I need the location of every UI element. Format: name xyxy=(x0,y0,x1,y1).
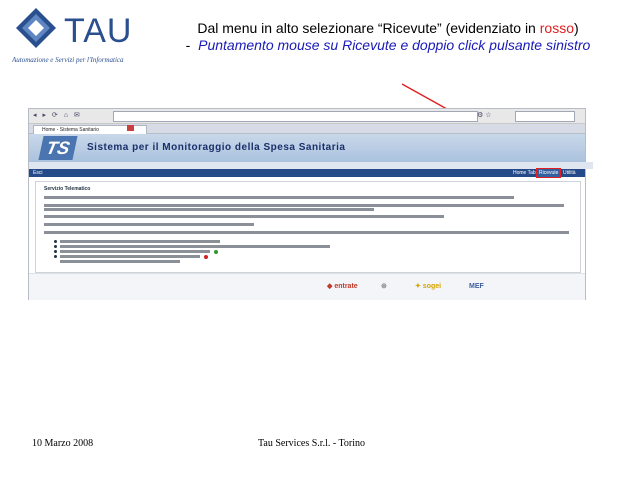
sogei-logo: ✦ sogei xyxy=(415,283,442,290)
browser-tool-icons: ⚙ ☆ xyxy=(477,112,492,119)
logo-name: TAU xyxy=(64,12,133,50)
list-bullet xyxy=(54,240,57,243)
list-bullet xyxy=(54,255,57,258)
address-bar[interactable] xyxy=(113,111,478,122)
text-line xyxy=(60,245,330,248)
text-line xyxy=(60,260,180,263)
footer-date: 10 Marzo 2008 xyxy=(32,438,94,449)
mef-logo: MEF xyxy=(469,283,484,290)
status-green-icon xyxy=(214,249,218,254)
highlight-word: rosso xyxy=(539,20,574,36)
tau-logo: TAU Automazione e Servizi per l'Informat… xyxy=(12,8,152,68)
ts-logo: TS xyxy=(38,136,78,160)
content-panel: Servizio Telematico xyxy=(35,181,581,273)
agenzia-entrate-logo: ◆ entrate xyxy=(327,283,358,290)
menu-ricevute[interactable]: Ricevute xyxy=(535,168,562,178)
footer-company: Tau Services S.r.l. - Torino xyxy=(258,438,366,449)
instruction-text: Dal menu in alto selezionare “Ricevute” … xyxy=(158,20,618,54)
text-line xyxy=(44,223,254,226)
partner-logos: ◆ entrate ⊛ ✦ sogei MEF xyxy=(29,273,585,300)
browser-toolbar: ◂ ▸ ⟳ ⌂ ✉ ⚙ ☆ xyxy=(29,109,585,124)
browser-search-box[interactable] xyxy=(515,111,575,122)
text-line xyxy=(60,250,210,253)
partner-seal-icon: ⊛ xyxy=(381,283,387,290)
instruction-line-1: Dal menu in alto selezionare “Ricevute” … xyxy=(197,20,579,36)
list-bullet xyxy=(54,245,57,248)
tab-close-icon[interactable] xyxy=(127,125,134,131)
text-line xyxy=(44,215,444,218)
status-red-icon xyxy=(204,254,208,259)
text-line xyxy=(60,255,200,258)
browser-tabs: Home - Sistema Sanitario xyxy=(29,124,585,134)
site-title: Sistema per il Monitoraggio della Spesa … xyxy=(87,142,346,153)
menu-utilita[interactable]: Utilità xyxy=(563,169,576,177)
site-banner: TS Sistema per il Monitoraggio della Spe… xyxy=(29,134,585,162)
tau-diamond-icon xyxy=(16,8,56,48)
text-line xyxy=(44,204,564,207)
text-line xyxy=(44,208,374,211)
text-line xyxy=(60,240,220,243)
text-line xyxy=(44,196,514,199)
breadcrumb xyxy=(29,162,593,169)
list-bullet xyxy=(54,250,57,253)
content-title: Servizio Telematico xyxy=(44,186,91,192)
instruction-line-2: - Puntamento mouse su Ricevute e doppio … xyxy=(185,37,591,53)
text-line xyxy=(44,231,569,234)
menu-exit[interactable]: Esci xyxy=(33,169,42,177)
menu-home-tab[interactable]: Home Tab xyxy=(513,169,536,177)
logo-subtitle: Automazione e Servizi per l'Informatica xyxy=(12,56,124,64)
browser-nav-icons: ◂ ▸ ⟳ ⌂ ✉ xyxy=(33,112,82,119)
site-menu-bar: Esci Home Tab Ricevute Utilità xyxy=(29,168,585,178)
embedded-screenshot: ◂ ▸ ⟳ ⌂ ✉ ⚙ ☆ Home - Sistema Sanitario T… xyxy=(28,108,593,300)
